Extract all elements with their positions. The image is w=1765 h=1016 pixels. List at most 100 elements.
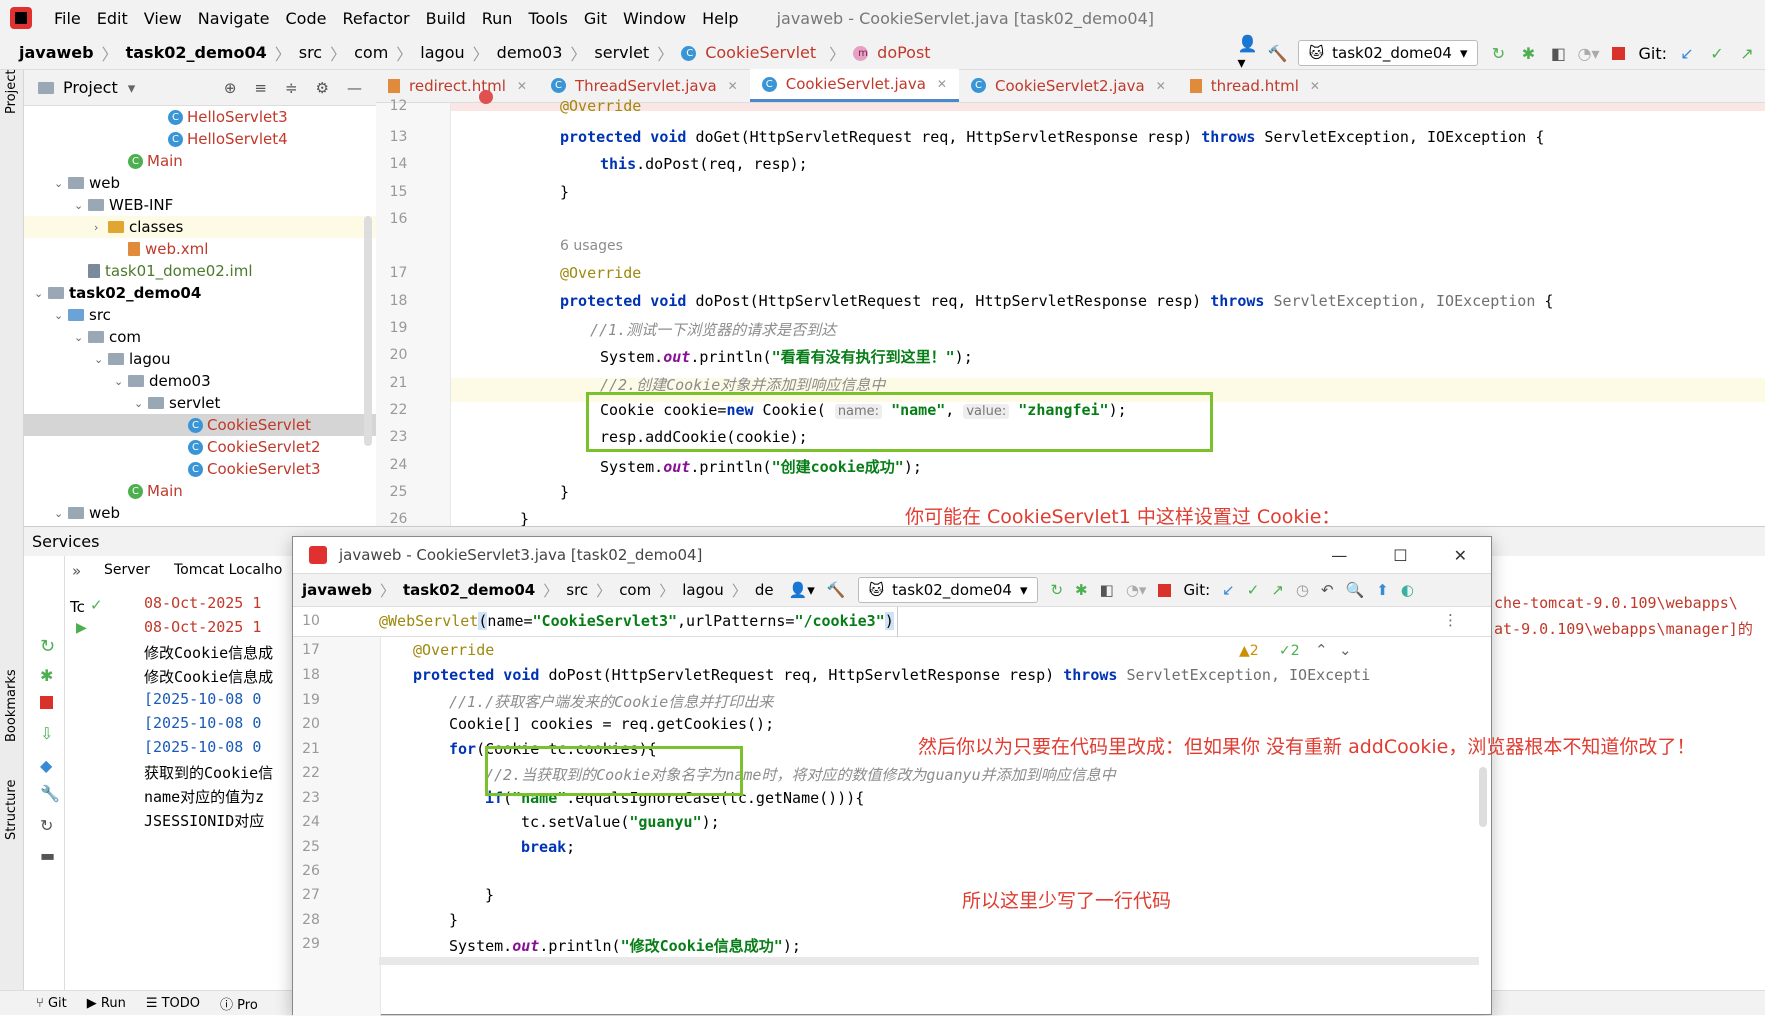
refresh-icon[interactable]: ↻ xyxy=(40,816,53,835)
refresh-icon[interactable]: ↻ xyxy=(40,636,55,657)
chevron-down-icon[interactable]: ⌄ xyxy=(134,397,148,410)
play-icon[interactable]: ▶ xyxy=(76,620,87,636)
tree-node[interactable]: ⌄ com xyxy=(24,326,376,348)
tree-node[interactable]: C HelloServlet3 xyxy=(24,106,376,128)
tomcat-server-label[interactable]: Tc xyxy=(70,598,85,616)
menu-navigate[interactable]: Navigate xyxy=(190,9,278,28)
minimize-window-icon[interactable]: — xyxy=(1331,546,1347,565)
tree-node[interactable]: ⌄ src xyxy=(24,304,376,326)
expand-icon[interactable]: » xyxy=(72,562,81,580)
vertical-scrollbar[interactable] xyxy=(1479,767,1487,827)
crumb-src[interactable]: src xyxy=(561,581,593,599)
menu-window[interactable]: Window xyxy=(615,9,694,28)
tree-node[interactable]: ⌄ task02_demo04 xyxy=(24,282,376,304)
tree-node[interactable]: task01_dome02.iml xyxy=(24,260,376,282)
locate-icon[interactable]: ⊕ xyxy=(224,79,237,97)
bookmarks-tool-button[interactable]: Bookmarks xyxy=(4,669,19,742)
debug-icon[interactable]: ✱ xyxy=(1075,581,1088,599)
crumb-lagou[interactable]: lagou xyxy=(677,581,729,599)
chevron-right-icon[interactable]: › xyxy=(94,221,108,234)
history-icon[interactable]: ◷ xyxy=(1296,581,1309,599)
crumb-demo03[interactable]: demo03 xyxy=(492,43,568,62)
chevron-down-icon[interactable]: ⌄ xyxy=(74,199,88,212)
stop-icon[interactable] xyxy=(40,696,53,709)
wrench-icon[interactable]: 🔧 xyxy=(40,784,60,803)
project-view-select[interactable]: Project xyxy=(63,78,118,97)
tree-node[interactable]: C HelloServlet4 xyxy=(24,128,376,150)
collapse-all-icon[interactable]: ≑ xyxy=(285,79,298,97)
git-update-icon[interactable]: ↙ xyxy=(1677,43,1697,63)
build-hammer-icon[interactable]: 🔨 xyxy=(1268,43,1288,63)
menu-help[interactable]: Help xyxy=(694,9,746,28)
tree-node[interactable]: ⌄ demo03 xyxy=(24,370,376,392)
menu-run[interactable]: Run xyxy=(474,9,521,28)
menu-edit[interactable]: Edit xyxy=(89,9,136,28)
breakpoint-icon[interactable] xyxy=(479,90,493,104)
chevron-down-icon[interactable]: ⌄ xyxy=(74,331,88,344)
minimize-icon[interactable]: — xyxy=(347,79,362,97)
close-icon[interactable]: ✕ xyxy=(937,77,947,91)
tree-node[interactable]: web.xml xyxy=(24,238,376,260)
plugin-icon[interactable]: ◐ xyxy=(1401,581,1414,599)
tree-node[interactable]: C Main xyxy=(24,150,376,172)
menu-git[interactable]: Git xyxy=(576,9,615,28)
crumb-module[interactable]: task02_demo04 xyxy=(121,43,272,62)
run-config-select[interactable]: 🐱 task02_dome04 ▾ xyxy=(1297,40,1479,66)
rerun-icon[interactable]: ↻ xyxy=(1050,581,1063,599)
stop-icon[interactable] xyxy=(1608,43,1628,63)
deploy-icon[interactable]: ⇩ xyxy=(40,724,53,743)
coverage-icon[interactable]: ◧ xyxy=(1100,581,1114,599)
chevron-down-icon[interactable]: ⌄ xyxy=(1339,641,1352,659)
weak-warnings-count[interactable]: ✓2 xyxy=(1279,643,1300,659)
crumb-demo[interactable]: de xyxy=(750,581,779,599)
user-icon[interactable]: 👤▾ xyxy=(1238,34,1258,72)
menu-tools[interactable]: Tools xyxy=(520,9,575,28)
crumb-method[interactable]: m doPost xyxy=(848,43,940,62)
server-tab[interactable]: Server xyxy=(104,562,150,578)
chevron-down-icon[interactable]: ⌄ xyxy=(114,375,128,388)
tree-node[interactable]: ⌄ servlet xyxy=(24,392,376,414)
tomcat-localhost-tab[interactable]: Tomcat Localho xyxy=(174,562,282,578)
menu-view[interactable]: View xyxy=(136,9,190,28)
run-config-select[interactable]: 🐱 task02_dome04 ▾ xyxy=(857,577,1039,603)
build-hammer-icon[interactable]: 🔨 xyxy=(827,581,846,599)
tree-node[interactable]: C CookieServlet xyxy=(24,414,376,436)
debug-icon[interactable]: ✱ xyxy=(1518,43,1538,63)
rollback-icon[interactable]: ↶ xyxy=(1321,581,1334,599)
crumb-src[interactable]: src xyxy=(294,43,327,62)
menu-build[interactable]: Build xyxy=(418,9,474,28)
git-update-icon[interactable]: ↙ xyxy=(1222,581,1235,599)
crumb-com[interactable]: com xyxy=(349,43,393,62)
git-commit-icon[interactable]: ✓ xyxy=(1707,43,1727,63)
maximize-window-icon[interactable]: ☐ xyxy=(1393,546,1407,565)
coverage-icon[interactable]: ◧ xyxy=(1548,43,1568,63)
git-push-icon[interactable]: ↗ xyxy=(1737,43,1757,63)
chevron-down-icon[interactable]: ⌄ xyxy=(34,287,48,300)
tree-node[interactable]: C CookieServlet3 xyxy=(24,458,376,480)
tree-node[interactable]: ⌄ WEB-INF xyxy=(24,194,376,216)
close-icon[interactable]: ✕ xyxy=(728,79,738,93)
expand-all-icon[interactable]: ≡ xyxy=(254,79,267,97)
user-icon[interactable]: 👤▾ xyxy=(789,581,815,599)
profile-icon[interactable]: ◔▾ xyxy=(1577,43,1599,63)
close-window-icon[interactable]: ✕ xyxy=(1454,546,1467,565)
chevron-down-icon[interactable]: ⌄ xyxy=(94,353,108,366)
menu-refactor[interactable]: Refactor xyxy=(334,9,417,28)
chevron-down-icon[interactable]: ⌄ xyxy=(54,309,68,322)
crumb-com[interactable]: com xyxy=(614,581,656,599)
tree-node[interactable]: C CookieServlet2 xyxy=(24,436,376,458)
project-tool-button[interactable]: Project xyxy=(4,70,19,114)
git-commit-icon[interactable]: ✓ xyxy=(1247,581,1260,599)
todo-tool-button[interactable]: ☰ TODO xyxy=(146,996,200,1011)
debug-icon[interactable]: ✱ xyxy=(40,666,53,685)
chevron-up-icon[interactable]: ⌃ xyxy=(1315,641,1328,659)
crumb-servlet[interactable]: servlet xyxy=(589,43,654,62)
search-icon[interactable]: 🔍 xyxy=(1346,581,1365,599)
problems-tool-button[interactable]: ⓘ Pro xyxy=(220,994,258,1013)
crumb-lagou[interactable]: lagou xyxy=(415,43,469,62)
tree-node[interactable]: ⌄ web xyxy=(24,172,376,194)
more-vertical-icon[interactable]: ⋮ xyxy=(1443,611,1458,629)
git-push-icon[interactable]: ↗ xyxy=(1271,581,1284,599)
tree-node[interactable]: C Main xyxy=(24,480,376,502)
stop-icon[interactable] xyxy=(1158,583,1172,597)
